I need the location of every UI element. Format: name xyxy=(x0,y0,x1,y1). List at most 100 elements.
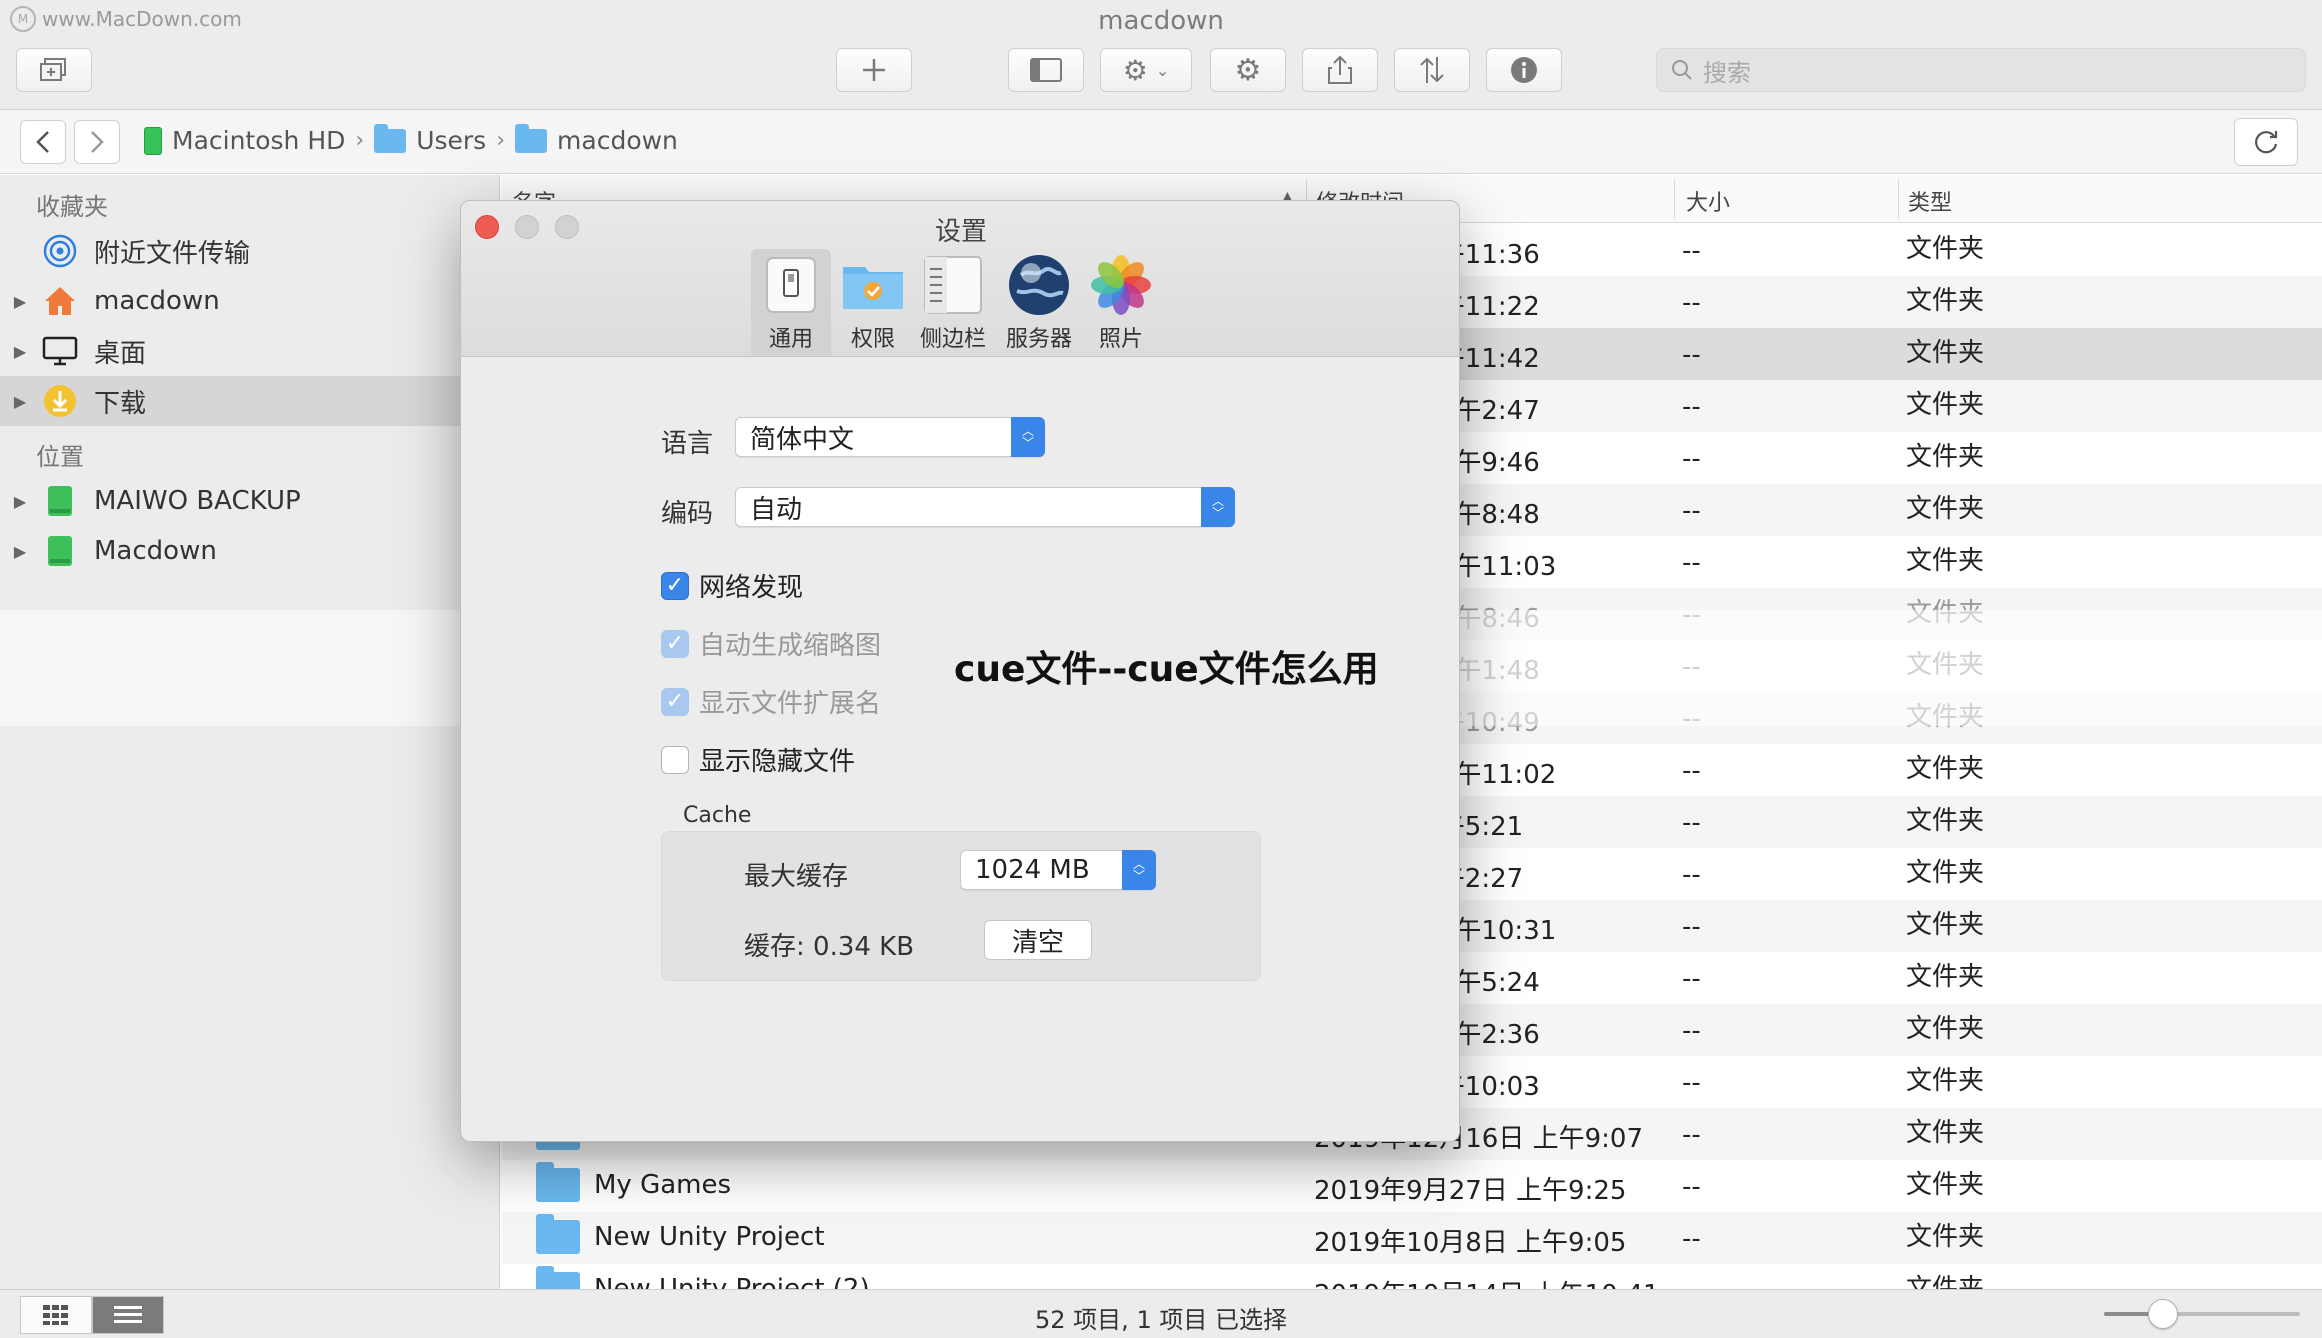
file-size: -- xyxy=(1682,912,1701,942)
sidebar-section-locations: 位置 xyxy=(36,443,84,471)
tab-servers[interactable]: 服务器 xyxy=(999,249,1079,355)
sidebar-item-airdrop[interactable]: 附近文件传输 xyxy=(0,226,500,276)
icon-size-slider[interactable] xyxy=(2104,1299,2300,1329)
file-kind: 文件夹 xyxy=(1906,442,1985,472)
file-kind: 文件夹 xyxy=(1906,806,1985,836)
checkbox-label: 显示隐藏文件 xyxy=(699,747,856,777)
sidebar-section-favorites: 收藏夹 xyxy=(36,193,108,221)
tab-label: 照片 xyxy=(1098,327,1143,352)
action-menu-button[interactable]: ⚙ ⌄ xyxy=(1100,48,1192,92)
file-size: -- xyxy=(1682,1224,1701,1254)
file-size: -- xyxy=(1682,1068,1701,1098)
file-size: -- xyxy=(1682,444,1701,474)
share-button[interactable] xyxy=(1302,48,1378,92)
back-button[interactable] xyxy=(20,120,66,164)
checkmark-icon[interactable]: ✓ xyxy=(661,629,689,658)
file-size: -- xyxy=(1682,808,1701,838)
file-kind: 文件夹 xyxy=(1906,390,1985,420)
max-cache-label: 最大缓存 xyxy=(744,862,849,892)
settings-button[interactable]: ⚙ xyxy=(1210,48,1286,92)
sort-button[interactable] xyxy=(1394,48,1470,92)
tab-photos[interactable]: 照片 xyxy=(1081,249,1161,355)
disclosure-triangle-icon[interactable]: ▶ xyxy=(0,542,40,561)
table-row[interactable]: My Games 2019年9月27日 上午9:25 -- 文件夹 xyxy=(502,1160,2322,1212)
file-kind: 文件夹 xyxy=(1906,494,1985,524)
disclosure-triangle-icon[interactable]: ▶ xyxy=(0,492,40,511)
checkbox-box[interactable] xyxy=(661,745,689,774)
sidebar-item-label: 下载 xyxy=(94,388,147,419)
refresh-button[interactable] xyxy=(2234,118,2298,166)
checkbox-show-hidden[interactable]: 显示隐藏文件 xyxy=(661,741,855,778)
disclosure-triangle-icon[interactable]: ▶ xyxy=(0,342,40,361)
file-kind: 文件夹 xyxy=(1906,1222,1985,1252)
file-size: -- xyxy=(1682,860,1701,890)
folder-icon xyxy=(536,1162,580,1202)
checkbox-show-extensions[interactable]: ✓ 显示文件扩展名 xyxy=(661,683,881,720)
tab-permissions[interactable]: 权限 xyxy=(833,249,913,355)
new-tab-button[interactable] xyxy=(16,48,92,92)
sidebar-item-desktop[interactable]: ▶ 桌面 xyxy=(0,326,500,376)
sidebar-item-maiwo-backup[interactable]: ▶ MAIWO BACKUP xyxy=(0,476,500,526)
tab-sidebar[interactable]: 侧边栏 xyxy=(913,249,993,355)
breadcrumb-label: macdown xyxy=(557,126,678,155)
sidebar-item-label: 附近文件传输 xyxy=(94,238,251,269)
file-name: New Unity Project xyxy=(594,1222,825,1252)
file-kind: 文件夹 xyxy=(1906,910,1985,940)
checkbox-label: 自动生成缩略图 xyxy=(699,631,882,661)
file-kind: 文件夹 xyxy=(1906,546,1985,576)
slider-knob[interactable] xyxy=(2147,1299,2178,1329)
disclosure-triangle-icon[interactable]: ▶ xyxy=(0,292,40,311)
sidebar-item-downloads[interactable]: ▶ 下载 xyxy=(0,376,500,426)
search-field[interactable]: 搜索 xyxy=(1656,48,2306,92)
file-kind: 文件夹 xyxy=(1906,286,1985,316)
breadcrumb-item-macdown[interactable]: macdown xyxy=(515,123,678,155)
status-text: 52 项目, 1 项目 已选择 xyxy=(1035,1306,1287,1334)
chevron-down-icon: ⌄ xyxy=(1155,60,1170,80)
checkmark-icon[interactable]: ✓ xyxy=(661,687,689,716)
hard-disk-icon xyxy=(144,126,162,155)
stepper-arrows-icon: ︿ ﹀ xyxy=(1201,487,1235,527)
encoding-select[interactable]: 自动 ︿ ﹀ xyxy=(735,487,1235,527)
downloads-icon xyxy=(40,384,80,418)
tab-label: 服务器 xyxy=(1005,327,1072,352)
table-row[interactable]: New Unity Project 2019年10月8日 上午9:05 -- 文件夹 xyxy=(502,1212,2322,1264)
checkbox-label: 显示文件扩展名 xyxy=(699,689,882,719)
sidebar-item-home[interactable]: ▶ macdown xyxy=(0,276,500,326)
file-size: -- xyxy=(1682,392,1701,422)
checkbox-auto-thumbnails[interactable]: ✓ 自动生成缩略图 xyxy=(661,625,881,662)
plus-icon xyxy=(863,59,885,81)
language-select[interactable]: 简体中文 ︿ ﹀ xyxy=(735,417,1045,457)
breadcrumb-item-disk[interactable]: Macintosh HD xyxy=(144,126,345,155)
file-size: -- xyxy=(1682,964,1701,994)
forward-button[interactable] xyxy=(74,120,120,164)
clear-cache-button[interactable]: 清空 xyxy=(984,920,1092,960)
file-kind: 文件夹 xyxy=(1906,754,1985,784)
status-bar: 52 项目, 1 项目 已选择 xyxy=(0,1289,2322,1338)
permissions-folder-icon xyxy=(841,253,905,317)
checkbox-network-discovery[interactable]: ✓ 网络发现 xyxy=(661,567,803,604)
sidebar: 收藏夹 附近文件传输 ▶ macdown ▶ 桌面 ▶ 下载 位置 ▶ MAIW… xyxy=(0,175,500,1289)
add-button[interactable] xyxy=(836,48,912,92)
column-header-size[interactable]: 大小 xyxy=(1686,185,1730,217)
window-title: macdown xyxy=(1098,6,1224,36)
file-size: -- xyxy=(1682,236,1701,266)
sidebar-item-label: Macdown xyxy=(94,536,217,566)
file-size: -- xyxy=(1682,1016,1701,1046)
column-header-kind[interactable]: 类型 xyxy=(1908,185,1952,217)
file-kind: 文件夹 xyxy=(1906,1066,1985,1096)
general-icon xyxy=(759,253,823,317)
breadcrumb-item-users[interactable]: Users xyxy=(374,123,486,155)
sidebar-item-label: 桌面 xyxy=(94,338,147,369)
file-kind: 文件夹 xyxy=(1906,962,1985,992)
file-kind: 文件夹 xyxy=(1906,1170,1985,1200)
sidebar-item-macdown-drive[interactable]: ▶ Macdown xyxy=(0,526,500,576)
disclosure-triangle-icon[interactable]: ▶ xyxy=(0,392,40,411)
toggle-sidebar-button[interactable] xyxy=(1008,48,1084,92)
max-cache-select[interactable]: 1024 MB ︿ ﹀ xyxy=(960,850,1156,890)
info-button[interactable] xyxy=(1486,48,1562,92)
file-size: -- xyxy=(1682,756,1701,786)
new-tab-icon xyxy=(40,58,66,81)
tab-general[interactable]: 通用 xyxy=(751,249,831,355)
checkmark-icon[interactable]: ✓ xyxy=(661,571,689,600)
file-kind: 文件夹 xyxy=(1906,1014,1985,1044)
